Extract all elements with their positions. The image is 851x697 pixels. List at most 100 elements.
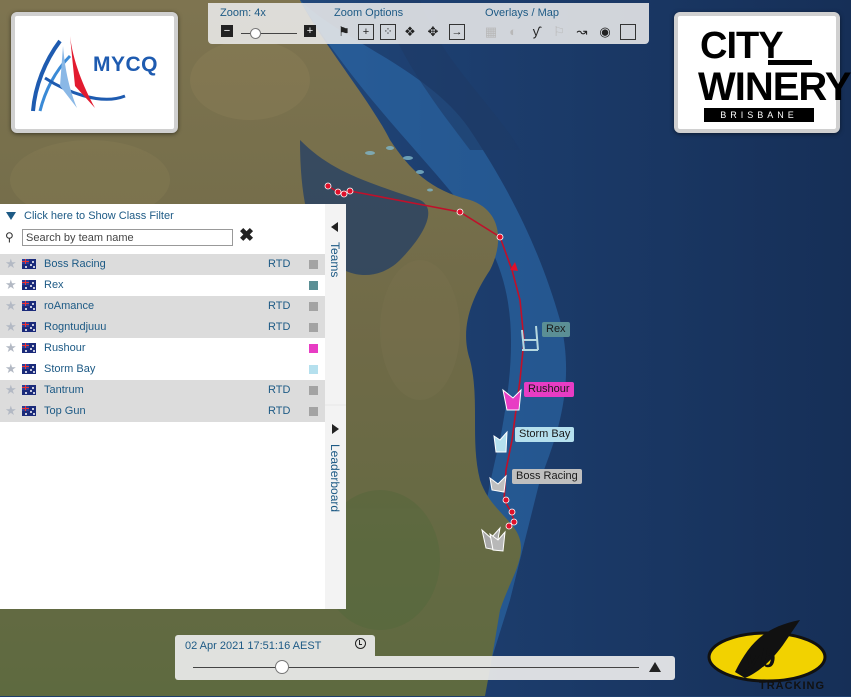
timeline-slider-handle[interactable] [275, 660, 290, 674]
map-label-rex[interactable]: Rex [542, 322, 570, 337]
flag-australia-icon [22, 322, 36, 332]
clock-icon[interactable] [355, 638, 366, 649]
windbarb-icon[interactable]: ⚐ [551, 24, 567, 40]
mycq-wordmark: MYCQ [93, 53, 158, 76]
favorite-star-icon[interactable]: ★ [5, 257, 17, 271]
layer-icon[interactable] [620, 24, 636, 40]
flag-australia-icon [22, 364, 36, 374]
collapse-left-icon [331, 222, 338, 232]
tab-leaderboard[interactable]: Leaderboard [325, 406, 346, 609]
team-status: RTD [268, 300, 291, 312]
team-name[interactable]: Top Gun [44, 404, 86, 418]
side-tabs: Teams Leaderboard [325, 204, 346, 609]
team-row[interactable]: ★ Boss Racing RTD [0, 254, 325, 275]
favorite-star-icon[interactable]: ★ [5, 383, 17, 397]
map-toolbar: Zoom: 4x Zoom Options Overlays / Map − +… [208, 3, 649, 44]
triangle-down-icon [6, 212, 16, 220]
tab-teams[interactable]: Teams [325, 204, 346, 404]
wind-icon[interactable]: ƴ [528, 24, 544, 40]
yb-tracking-text: TRACKING [759, 680, 826, 692]
team-row[interactable]: ★ Rogntudjuuu RTD [0, 317, 325, 338]
team-name[interactable]: roAmance [44, 299, 94, 313]
team-name[interactable]: Rex [44, 278, 64, 292]
team-name[interactable]: Boss Racing [44, 257, 106, 271]
team-row[interactable]: ★ Storm Bay [0, 359, 325, 380]
overlays-label: Overlays / Map [485, 7, 559, 19]
team-color-swatch [309, 302, 318, 311]
team-row[interactable]: ★ Tantrum RTD [0, 380, 325, 401]
exit-icon[interactable]: → [449, 24, 465, 40]
timeline: 02 Apr 2021 17:51:16 AEST [175, 635, 675, 680]
zoom-label: Zoom: 4x [220, 7, 266, 19]
tab-leaderboard-label: Leaderboard [328, 444, 342, 513]
class-filter-toggle[interactable]: Click here to Show Class Filter [6, 210, 174, 222]
timeline-datetime: 02 Apr 2021 17:51:16 AEST [185, 640, 322, 652]
timeline-track [175, 656, 675, 680]
zoom-plus-icon[interactable]: + [358, 24, 374, 40]
map-label-boss-racing[interactable]: Boss Racing [512, 469, 582, 484]
contrast-icon[interactable]: ◐ [505, 24, 521, 40]
team-name[interactable]: Rogntudjuuu [44, 320, 106, 334]
tab-teams-label: Teams [328, 242, 342, 278]
expand-icon[interactable]: ✥ [425, 24, 441, 40]
team-color-swatch [309, 323, 318, 332]
zoom-in-button[interactable]: + [304, 25, 316, 37]
favorite-star-icon[interactable]: ★ [5, 320, 17, 334]
city-winery-logo: CITY WINERY BRISBANE [674, 12, 851, 133]
yb-tracking-logo: yb TRACKING [705, 612, 830, 696]
route-icon[interactable]: ↝ [574, 24, 590, 40]
flag-australia-icon [22, 343, 36, 353]
team-status: RTD [268, 384, 291, 396]
favorite-star-icon[interactable]: ★ [5, 299, 17, 313]
favorite-star-icon[interactable]: ★ [5, 278, 17, 292]
svg-text:yb: yb [743, 643, 775, 673]
mycq-logo: MYCQ [11, 12, 178, 133]
grid-icon[interactable]: ▦ [483, 24, 499, 40]
dice-icon[interactable]: ⁘ [380, 24, 396, 40]
team-row[interactable]: ★ roAmance RTD [0, 296, 325, 317]
team-status: RTD [268, 405, 291, 417]
team-color-swatch [309, 281, 318, 290]
map-label-rushour[interactable]: Rushour [524, 382, 574, 397]
flag-australia-icon [22, 406, 36, 416]
teams-panel: Click here to Show Class Filter ⚲ ✖ ★ Bos… [0, 204, 325, 609]
group-icon[interactable]: ❖ [402, 24, 418, 40]
flag-australia-icon [22, 385, 36, 395]
team-row[interactable]: ★ Rex [0, 275, 325, 296]
favorite-star-icon[interactable]: ★ [5, 362, 17, 376]
city-winery-line2: WINERY [698, 65, 851, 109]
team-row[interactable]: ★ Rushour [0, 338, 325, 359]
clear-search-icon[interactable]: ✖ [239, 225, 254, 246]
team-color-swatch [309, 365, 318, 374]
team-status: RTD [268, 258, 291, 270]
flag-australia-icon [22, 301, 36, 311]
flag-australia-icon [22, 259, 36, 269]
favorite-star-icon[interactable]: ★ [5, 404, 17, 418]
team-color-swatch [309, 407, 318, 416]
expand-right-icon [332, 424, 339, 434]
team-list: ★ Boss Racing RTD ★ Rex ★ roAmance RTD ★ Rogntudj… [0, 254, 325, 422]
team-name[interactable]: Storm Bay [44, 362, 95, 376]
flag-australia-icon [22, 280, 36, 290]
team-name[interactable]: Tantrum [44, 383, 84, 397]
favorite-star-icon[interactable]: ★ [5, 341, 17, 355]
timeline-header: 02 Apr 2021 17:51:16 AEST [175, 635, 375, 656]
zoom-options-label: Zoom Options [334, 7, 404, 19]
team-color-swatch [309, 260, 318, 269]
team-name[interactable]: Rushour [44, 341, 86, 355]
team-color-swatch [309, 344, 318, 353]
class-filter-label: Click here to Show Class Filter [24, 210, 174, 222]
flag-icon[interactable]: ⚑ [336, 24, 352, 40]
zoom-slider-handle[interactable] [250, 28, 261, 39]
team-row[interactable]: ★ Top Gun RTD [0, 401, 325, 422]
zoom-out-button[interactable]: − [221, 25, 233, 37]
play-icon[interactable] [649, 662, 661, 672]
search-icon: ⚲ [5, 230, 14, 244]
globe-icon[interactable]: ◉ [597, 24, 613, 40]
team-color-swatch [309, 386, 318, 395]
map-label-storm-bay[interactable]: Storm Bay [515, 427, 575, 442]
team-status: RTD [268, 321, 291, 333]
city-winery-sub: BRISBANE [704, 108, 814, 122]
team-search-input[interactable] [22, 229, 233, 246]
timeline-slider-track[interactable] [193, 667, 639, 668]
